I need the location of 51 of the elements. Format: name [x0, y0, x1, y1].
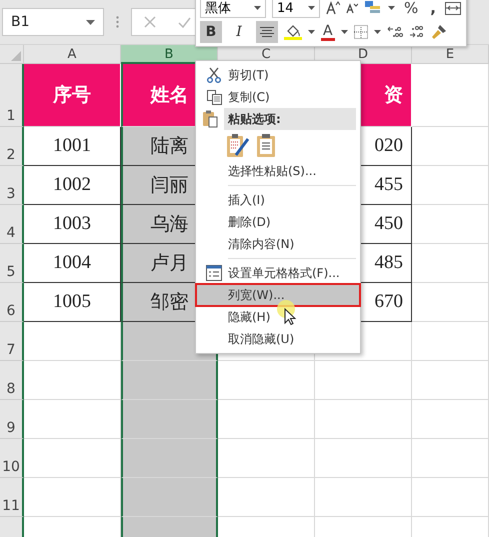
format-cells-icon — [206, 265, 222, 281]
row-header[interactable]: 2 — [0, 127, 24, 166]
font-color-button[interactable]: A — [321, 24, 335, 40]
row-header[interactable]: 5 — [0, 244, 24, 283]
row-header[interactable]: 7 — [0, 322, 24, 361]
comma-style-button[interactable]: , — [427, 0, 439, 17]
format-painter-icon[interactable] — [430, 24, 447, 40]
row-header[interactable]: 3 — [0, 166, 24, 205]
paste-icon — [202, 110, 218, 128]
bold-button[interactable]: B — [200, 21, 222, 43]
increase-font-icon[interactable] — [326, 1, 340, 15]
dropdown-icon[interactable] — [374, 30, 381, 34]
center-align-button[interactable] — [256, 21, 278, 43]
header-cell: 序号 — [24, 64, 121, 127]
dropdown-icon[interactable] — [388, 6, 395, 10]
percent-button[interactable]: % — [401, 0, 422, 17]
row-header[interactable]: 6 — [0, 283, 24, 322]
row-header[interactable]: 1 — [0, 64, 24, 127]
row-header[interactable]: 8 — [0, 361, 24, 400]
fill-color-icon[interactable] — [284, 24, 302, 40]
copy-icon — [206, 90, 222, 104]
wrap-icon[interactable] — [444, 2, 461, 14]
styles-icon[interactable] — [364, 1, 382, 15]
dropdown-icon — [308, 6, 315, 10]
row-header[interactable]: 10 — [0, 439, 24, 478]
decrease-decimal-icon[interactable] — [408, 25, 425, 39]
name-box[interactable]: B1 — [2, 8, 104, 36]
dropdown-icon — [254, 6, 261, 10]
row-header[interactable]: 11 — [0, 478, 24, 517]
align-center-icon — [260, 26, 274, 38]
row-header[interactable]: 9 — [0, 400, 24, 439]
paste-formatting-icon[interactable] — [226, 133, 250, 159]
menu-heading: 粘贴选项: — [224, 108, 356, 130]
increase-decimal-icon[interactable] — [386, 25, 403, 39]
font-size-field[interactable]: 14 — [272, 0, 320, 18]
italic-button[interactable]: I — [228, 21, 250, 43]
row-header[interactable]: 4 — [0, 205, 24, 244]
column-header[interactable]: B — [121, 45, 218, 64]
column-header[interactable]: E — [412, 45, 489, 64]
font-field[interactable]: 黑体 — [200, 0, 266, 18]
decrease-font-icon[interactable] — [346, 2, 358, 14]
column-header[interactable]: A — [24, 45, 121, 64]
dropdown-icon[interactable] — [340, 30, 348, 34]
menu-item[interactable]: 列宽(W)... — [196, 284, 360, 306]
grip-icon — [116, 16, 119, 28]
dropdown-icon — [86, 20, 95, 24]
menu-item[interactable]: 取消隐藏(U) — [196, 328, 360, 350]
dropdown-icon[interactable] — [308, 30, 315, 34]
scissors-icon — [207, 67, 221, 83]
paste-icon[interactable] — [256, 133, 276, 159]
borders-icon[interactable] — [354, 25, 368, 39]
